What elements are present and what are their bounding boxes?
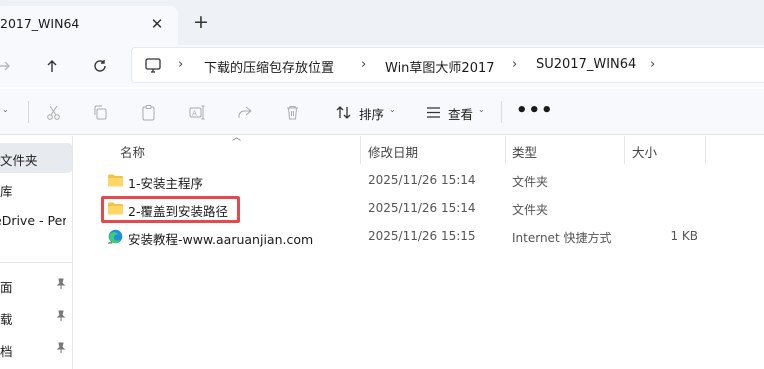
column-header-modified[interactable]: 修改日期 xyxy=(368,142,418,161)
file-type: 文件夹 xyxy=(512,175,549,189)
toolbar-divider xyxy=(501,101,502,123)
folder-icon xyxy=(108,174,123,187)
file-modified: 2025/11/26 15:14 xyxy=(368,173,476,187)
navigation-pane: 文件夹 库 eDrive - Per 面 载 档 xyxy=(0,136,73,369)
up-arrow-icon[interactable] xyxy=(38,52,66,80)
new-tab-button[interactable]: + xyxy=(190,12,212,34)
sidebar-item-label: 面 xyxy=(0,280,13,295)
sidebar-item-folders[interactable]: 文件夹 xyxy=(0,143,72,173)
column-header-type[interactable]: 类型 xyxy=(512,142,537,161)
chevron-down-icon[interactable]: ⌄ xyxy=(2,105,9,114)
breadcrumb-expand[interactable]: › xyxy=(650,57,655,72)
column-header-size[interactable]: 大小 xyxy=(632,142,657,161)
pin-icon[interactable] xyxy=(55,342,67,354)
file-name: 安装教程-www.aaruanjian.com xyxy=(128,232,314,247)
cut-icon[interactable] xyxy=(43,102,63,122)
column-divider[interactable] xyxy=(624,136,625,164)
address-bar[interactable]: › 下载的压缩包存放位置 › Win草图大师2017 › SU2017_WIN6… xyxy=(131,47,764,83)
forward-arrow-icon[interactable] xyxy=(0,52,18,80)
file-modified: 2025/11/26 15:15 xyxy=(368,229,476,243)
tab-active[interactable]: 2017_WIN64 ✕ xyxy=(0,6,178,45)
navigation-bar: › 下载的压缩包存放位置 › Win草图大师2017 › SU2017_WIN6… xyxy=(0,45,764,87)
refresh-icon[interactable] xyxy=(86,52,114,80)
breadcrumb-separator: › xyxy=(512,57,518,72)
sidebar-item-library[interactable]: 库 xyxy=(0,174,72,204)
file-modified: 2025/11/26 15:14 xyxy=(368,201,476,215)
file-type: 文件夹 xyxy=(512,203,549,217)
edge-shortcut-icon xyxy=(107,229,123,244)
sort-button-label[interactable]: 排序 xyxy=(359,104,384,123)
close-icon[interactable]: ✕ xyxy=(148,15,166,33)
svg-text:A: A xyxy=(192,109,197,117)
sidebar-item-label: 文件夹 xyxy=(0,153,38,168)
pin-icon[interactable] xyxy=(55,278,67,290)
breadcrumb-item-download[interactable]: 下载的压缩包存放位置 xyxy=(204,57,334,76)
file-size: 1 KB xyxy=(670,229,698,243)
sidebar-item-downloads[interactable]: 载 xyxy=(0,302,72,332)
sidebar-divider xyxy=(0,262,72,263)
view-button-label[interactable]: 查看 xyxy=(448,104,473,123)
sidebar-item-label: 载 xyxy=(0,312,13,327)
sort-ascending-icon: ︿ xyxy=(232,133,242,143)
tab-strip: 2017_WIN64 ✕ + xyxy=(0,0,764,45)
view-icon[interactable] xyxy=(423,102,443,122)
command-bar: ⌄ A 排序 ⌄ 查看 ⌄ ••• xyxy=(0,89,764,135)
computer-icon xyxy=(145,58,161,73)
pin-icon[interactable] xyxy=(55,310,67,322)
file-name: 1-安装主程序 xyxy=(128,176,203,191)
breadcrumb-separator: › xyxy=(178,57,184,72)
tab-title: 2017_WIN64 xyxy=(0,16,80,31)
column-divider[interactable] xyxy=(360,136,361,164)
rename-icon[interactable]: A xyxy=(186,102,206,122)
table-row[interactable]: 1-安装主程序 2025/11/26 15:14 文件夹 xyxy=(100,167,764,195)
more-options-button[interactable]: ••• xyxy=(516,100,554,121)
breadcrumb-item-win[interactable]: Win草图大师2017 xyxy=(385,57,495,76)
copy-icon[interactable] xyxy=(90,102,110,122)
share-icon[interactable] xyxy=(234,102,254,122)
delete-icon[interactable] xyxy=(282,102,302,122)
sidebar-item-onedrive[interactable]: eDrive - Per xyxy=(0,206,66,236)
sidebar-item-label: 档 xyxy=(0,344,13,359)
column-divider[interactable] xyxy=(505,136,506,164)
sidebar-item-desktop[interactable]: 面 xyxy=(0,270,72,300)
column-header-name[interactable]: 名称 xyxy=(120,142,145,161)
breadcrumb-item-su2017[interactable]: SU2017_WIN64 xyxy=(536,57,636,72)
sidebar-item-documents[interactable]: 档 xyxy=(0,334,72,364)
column-divider[interactable] xyxy=(705,136,706,164)
highlight-annotation-box xyxy=(101,196,240,223)
sidebar-item-label: eDrive - Per xyxy=(0,213,66,228)
toolbar-divider xyxy=(28,101,29,123)
sort-icon[interactable] xyxy=(333,102,353,122)
table-row[interactable]: 安装教程-www.aaruanjian.com 2025/11/26 15:15… xyxy=(100,223,764,251)
paste-icon[interactable] xyxy=(138,102,158,122)
chevron-down-icon[interactable]: ⌄ xyxy=(478,105,485,114)
file-list: ︿ 名称 修改日期 类型 大小 1-安装主程序 2025/11/26 15:14… xyxy=(74,133,764,369)
breadcrumb-separator: › xyxy=(361,57,367,72)
sidebar-item-label: 库 xyxy=(0,184,13,199)
file-type: Internet 快捷方式 xyxy=(512,231,612,245)
chevron-down-icon[interactable]: ⌄ xyxy=(389,105,396,114)
